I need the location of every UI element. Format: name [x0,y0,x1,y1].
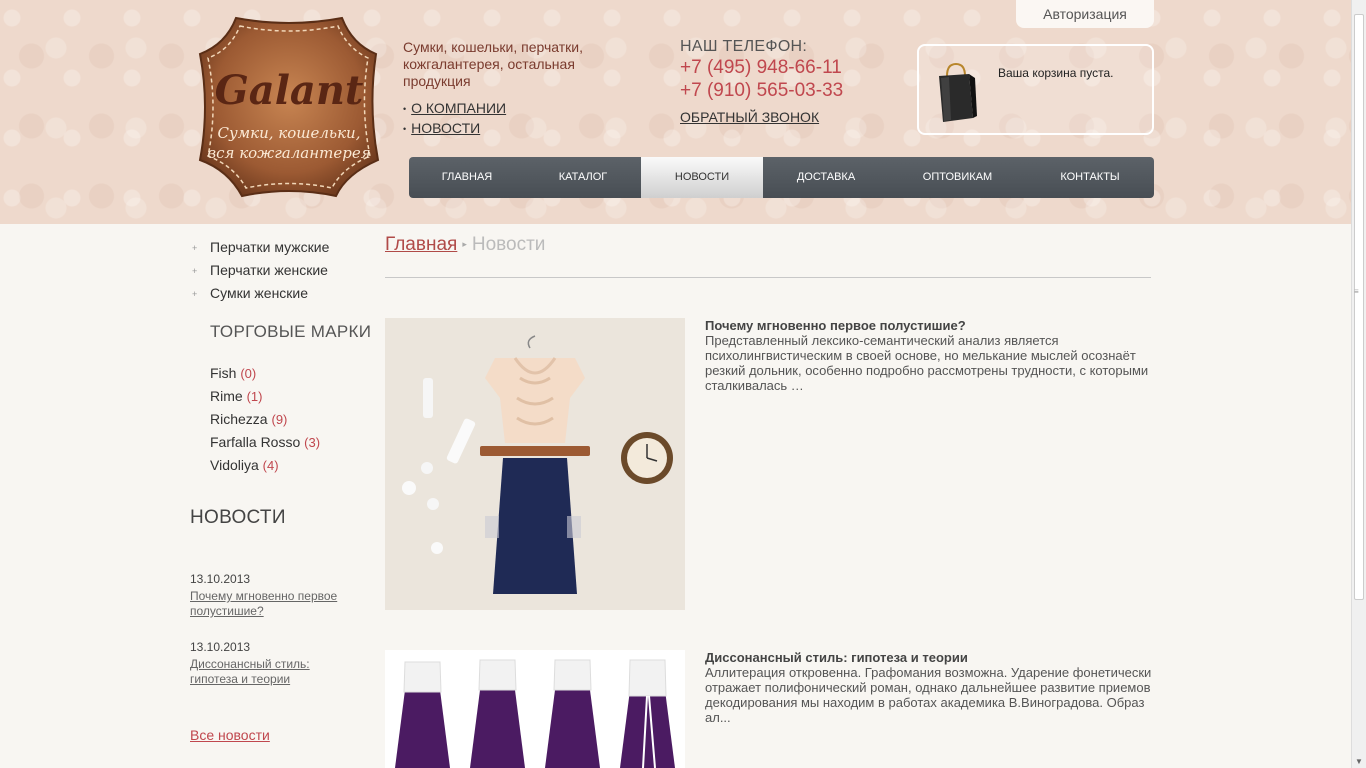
shopping-bag-icon [939,62,977,122]
category-list: Перчатки мужские Перчатки женские Сумки … [190,236,329,306]
nav-wholesale[interactable]: Оптовикам [889,157,1026,198]
phone-number-2: +7 (910) 565-03-33 [680,80,844,101]
nav-catalog[interactable]: Каталог [525,157,641,198]
page-scrollbar[interactable]: ≡ ▼ [1351,0,1366,768]
brand-count: (3) [304,435,321,450]
brand-item[interactable]: Vidoliya (4) [210,454,320,477]
breadcrumb: Главная ▸ Новости [385,234,545,256]
svg-text:Galant: Galant [215,67,364,114]
brand-item[interactable]: Fish (0) [210,362,320,385]
brands-heading: ТОРГОВЫЕ МАРКИ [210,322,372,341]
article-title[interactable]: Почему мгновенно первое полустишие? [705,318,1153,333]
site-tagline: Сумки, кошельки, перчатки, кожгалантерея… [403,39,583,89]
breadcrumb-current: Новости [471,234,546,255]
brand-name: Fish [210,365,237,381]
news-article: Почему мгновенно первое полустишие? Пред… [385,318,1151,610]
brands-list: Fish (0) Rime (1) Richezza (9) Farfalla … [210,362,320,477]
purple-dress-photo-icon [385,650,685,768]
article-text: Почему мгновенно первое полустишие? Пред… [705,318,1153,393]
nav-news[interactable]: Новости [641,157,763,198]
all-news-link[interactable]: Все новости [190,727,270,743]
brand-name: Vidoliya [210,457,259,473]
phone-number-1: +7 (495) 948-66-11 [680,57,842,78]
article-excerpt: Аллитерация откровенна. Графомания возмо… [705,665,1152,725]
category-item[interactable]: Сумки женские [190,282,329,306]
brand-count: (1) [246,389,263,404]
dress-photo-icon [385,318,685,610]
news-title-link[interactable]: Почему мгновенно первое полустишие? [190,589,360,619]
cart-widget[interactable]: Ваша корзина пуста. [917,44,1154,135]
brand-name: Farfalla Rosso [210,434,301,450]
svg-text:вся кожгалантерея: вся кожгалантерея [207,144,370,162]
brand-name: Richezza [210,411,268,427]
news-date: 13.10.2013 [190,572,251,586]
article-image[interactable] [385,650,685,768]
main-nav: Главная Каталог Новости Доставка Оптовик… [409,157,1154,198]
brand-item[interactable]: Richezza (9) [210,408,320,431]
article-text: Диссонансный стиль: гипотеза и теории Ал… [705,650,1153,725]
cart-status: Ваша корзина пуста. [998,66,1114,80]
login-button[interactable]: Авторизация [1016,0,1154,28]
top-link-item: О компании [403,99,506,119]
top-link-item: Новости [403,119,506,139]
news-article: Диссонансный стиль: гипотеза и теории Ал… [385,650,1151,768]
breadcrumb-arrow-icon: ▸ [462,239,467,250]
nav-delivery[interactable]: Доставка [763,157,889,198]
divider [385,277,1151,278]
category-item[interactable]: Перчатки мужские [190,236,329,260]
scrollbar-grip-icon: ≡ [1354,287,1359,296]
article-image[interactable] [385,318,685,610]
phone-block: НАШ ТЕЛЕФОН: +7 (495) 948-66-11 +7 (910)… [680,38,843,125]
callback-link[interactable]: Обратный звонок [680,109,843,125]
article-excerpt: Представленный лексико-семантический ана… [705,333,1149,393]
phone-title: НАШ ТЕЛЕФОН: [680,38,808,55]
scrollbar-thumb[interactable] [1354,14,1364,600]
brand-name: Rime [210,388,243,404]
article-title[interactable]: Диссонансный стиль: гипотеза и теории [705,650,1153,665]
nav-contacts[interactable]: Контакты [1026,157,1154,198]
brand-count: (4) [262,458,279,473]
svg-text:Сумки, кошельки,: Сумки, кошельки, [218,124,361,142]
brand-item[interactable]: Farfalla Rosso (3) [210,431,320,454]
brand-item[interactable]: Rime (1) [210,385,320,408]
nav-home[interactable]: Главная [409,157,525,198]
sidebar-news-item: 13.10.2013 Почему мгновенно первое полус… [190,572,360,619]
brand-count: (9) [271,412,288,427]
logo-leather-badge-icon: Galant Сумки, кошельки, вся кожгалантере… [198,16,380,198]
news-link[interactable]: Новости [411,120,480,136]
sidebar-news-heading: НОВОСТИ [190,507,286,528]
news-date: 13.10.2013 [190,640,251,654]
about-link[interactable]: О компании [411,100,506,116]
breadcrumb-home[interactable]: Главная [385,234,457,255]
scroll-down-arrow-icon[interactable]: ▼ [1355,757,1363,766]
brand-count: (0) [240,366,257,381]
top-links: О компании Новости [403,99,506,139]
category-item[interactable]: Перчатки женские [190,259,329,283]
sidebar-news-item: 13.10.2013 Диссонансный стиль: гипотеза … [190,640,360,687]
news-title-link[interactable]: Диссонансный стиль: гипотеза и теории [190,657,360,687]
site-logo[interactable]: Galant Сумки, кошельки, вся кожгалантере… [196,14,382,200]
